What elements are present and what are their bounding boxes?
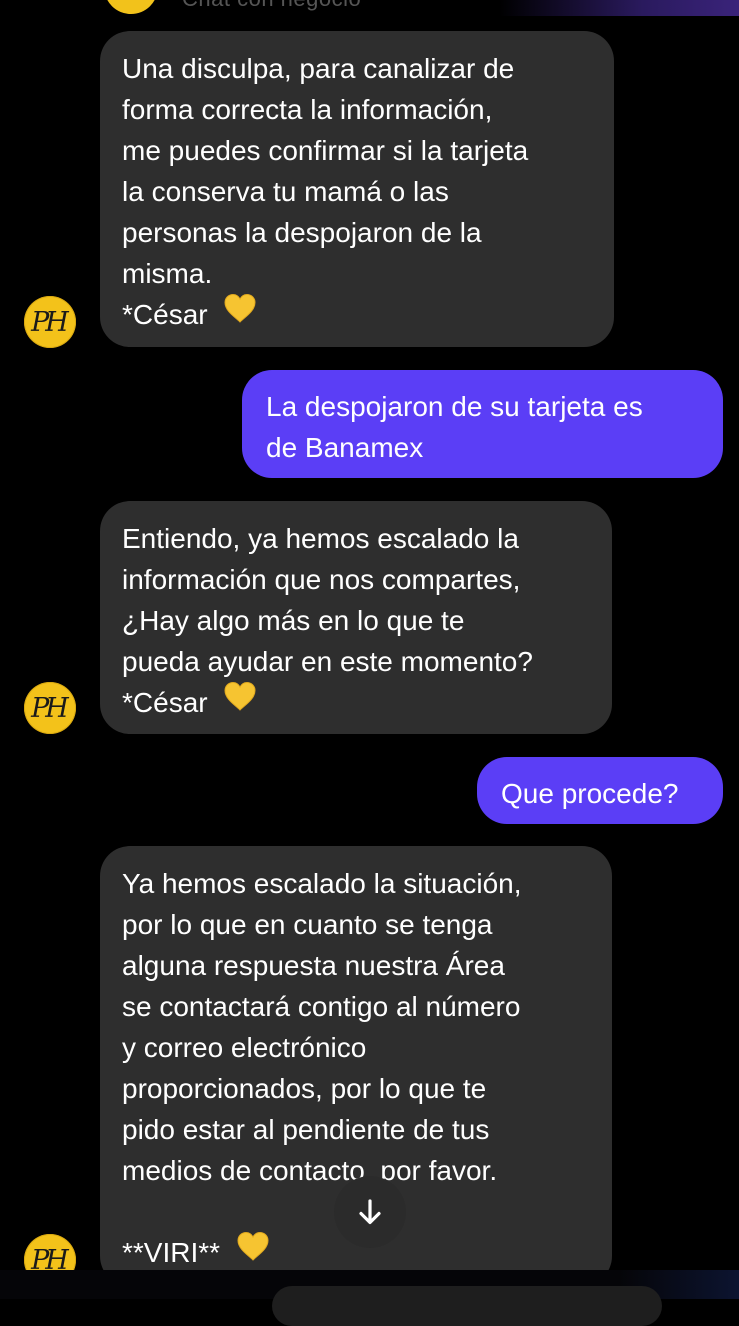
message-signature: *César: [122, 299, 208, 330]
incoming-message-bubble[interactable]: Entiendo, ya hemos escalado la informaci…: [100, 501, 612, 734]
message-text-line: misma.: [122, 258, 213, 289]
business-avatar[interactable]: PH: [24, 682, 76, 734]
message-text-line: por lo que en cuanto se tenga: [122, 909, 493, 940]
business-avatar[interactable]: PH: [24, 296, 76, 348]
message-text-line: y correo electrónico: [122, 1032, 367, 1063]
message-text-line: La despojaron de su tarjeta es: [266, 391, 643, 422]
message-text-line: ¿Hay algo más en lo que te: [122, 605, 465, 636]
message-text-line: Que procede?: [501, 778, 679, 809]
outgoing-message-bubble[interactable]: La despojaron de su tarjeta es de Baname…: [242, 370, 723, 478]
incoming-message-bubble[interactable]: Una disculpa, para canalizar de forma co…: [100, 31, 614, 347]
outgoing-message-bubble[interactable]: Que procede?: [477, 757, 723, 824]
message-signature: **VIRI**: [122, 1237, 221, 1268]
avatar-monogram: PH: [31, 306, 69, 338]
message-composer[interactable]: [272, 1286, 662, 1326]
scroll-to-bottom-button[interactable]: [334, 1176, 406, 1248]
message-text-line: personas la despojaron de la: [122, 217, 482, 248]
message-text-line: alguna respuesta nuestra Área: [122, 950, 505, 981]
message-signature-row: *César: [122, 682, 590, 725]
message-text-line: Una disculpa, para canalizar de: [122, 53, 515, 84]
avatar-monogram: PH: [31, 692, 69, 724]
message-text-line: se contactará contigo al número: [122, 991, 521, 1022]
yellow-heart-icon: [223, 293, 257, 334]
message-text-line: Entiendo, ya hemos escalado la: [122, 523, 519, 554]
yellow-heart-icon: [236, 1231, 270, 1272]
message-text-line: proporcionados, por lo que te: [122, 1073, 487, 1104]
header-caption: Chat con negocio: [182, 0, 361, 12]
message-text-line: de Banamex: [266, 432, 424, 463]
message-text-line: la conserva tu mamá o las: [122, 176, 449, 207]
message-signature-row: *César: [122, 294, 592, 337]
message-text-line: me puedes confirmar si la tarjeta: [122, 135, 529, 166]
header-accent: [499, 0, 739, 16]
arrow-down-icon: [359, 1199, 381, 1225]
message-text-line: pido estar al pendiente de tus: [122, 1114, 490, 1145]
message-text-line: Ya hemos escalado la situación,: [122, 868, 522, 899]
message-signature: *César: [122, 687, 208, 718]
chat-header-partial: Chat con negocio: [0, 0, 739, 16]
yellow-heart-icon: [223, 681, 257, 722]
message-text-line: forma correcta la información,: [122, 94, 493, 125]
message-text-line: información que nos compartes,: [122, 564, 521, 595]
message-text-line: pueda ayudar en este momento?: [122, 646, 533, 677]
header-avatar[interactable]: [104, 0, 158, 14]
